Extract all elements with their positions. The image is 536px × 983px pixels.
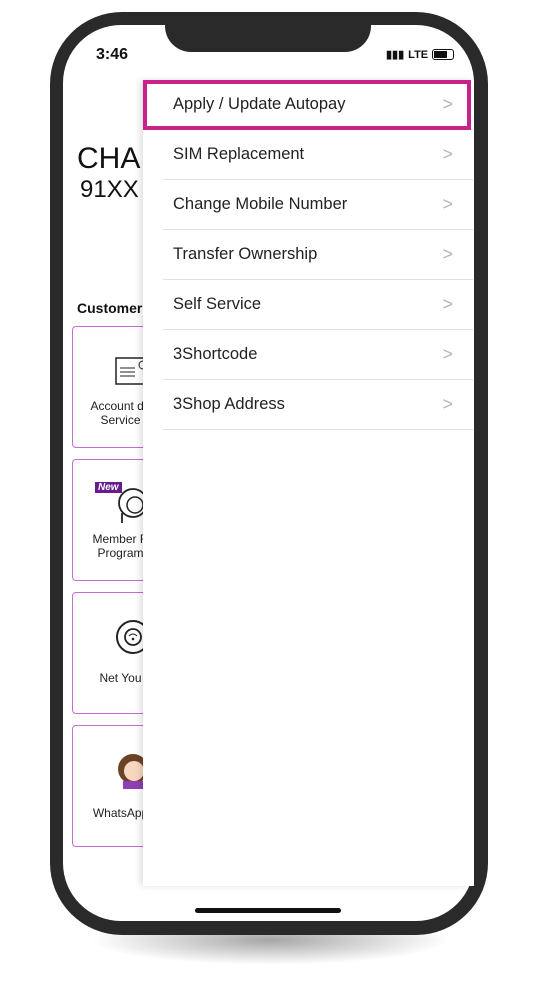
status-time: 3:46 <box>96 46 129 63</box>
chevron-right-icon: > <box>442 144 453 164</box>
home-indicator[interactable] <box>195 908 341 913</box>
menu-item-label: Change Mobile Number <box>173 195 348 213</box>
menu-item-transfer-ownership[interactable]: Transfer Ownership > <box>163 230 473 280</box>
highlight-box <box>143 80 471 130</box>
menu-item-label: Self Service <box>173 295 262 313</box>
menu-item-sim-replacement[interactable]: SIM Replacement > <box>163 130 473 180</box>
menu-item-label: 3Shop Address <box>173 395 285 413</box>
chevron-right-icon: > <box>442 194 453 214</box>
chevron-right-icon: > <box>442 344 453 364</box>
menu-item-self-service[interactable]: Self Service > <box>163 280 473 330</box>
status-icons: ▮▮▮ LTE <box>386 48 455 61</box>
network-label: LTE <box>408 48 429 61</box>
chevron-right-icon: > <box>442 294 453 314</box>
menu-item-change-number[interactable]: Change Mobile Number > <box>163 180 473 230</box>
menu-item-label: SIM Replacement <box>173 145 305 163</box>
notch <box>165 12 371 52</box>
chevron-right-icon: > <box>442 394 453 414</box>
section-title: Customer <box>77 300 143 316</box>
menu-item-3shop-address[interactable]: 3Shop Address > <box>163 380 473 430</box>
chevron-right-icon: > <box>442 244 453 264</box>
menu-item-label: Transfer Ownership <box>173 245 318 263</box>
menu-item-label: 3Shortcode <box>173 345 258 363</box>
account-number: 91XX <box>80 176 139 203</box>
menu-item-3shortcode[interactable]: 3Shortcode > <box>163 330 473 380</box>
service-menu: Apply / Update Autopay > SIM Replacement >… <box>143 80 474 886</box>
battery-icon <box>432 49 455 60</box>
signal-icon: ▮▮▮ <box>386 49 405 61</box>
account-name: CHA <box>77 142 141 175</box>
